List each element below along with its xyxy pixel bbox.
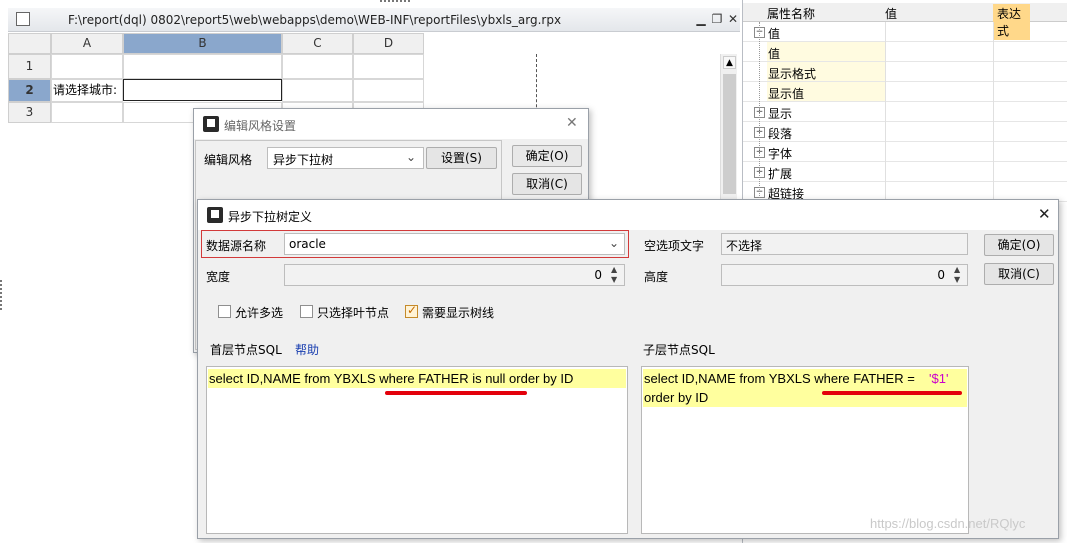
empty-text-label: 空选项文字: [644, 239, 705, 253]
leaf-only-checkbox[interactable]: [300, 305, 313, 318]
setup-button[interactable]: 设置(S): [426, 147, 497, 169]
child-sql-label: 子层节点SQL: [643, 343, 715, 357]
close-icon[interactable]: ✕: [1038, 205, 1051, 223]
async-tree-dialog: 异步下拉树定义 ✕ 数据源名称 oracle ⌄ 空选项文字 不选择 确定(O)…: [197, 199, 1059, 539]
column-header-a[interactable]: A: [51, 33, 123, 54]
property-label: 字体: [768, 147, 793, 161]
edit-style-select[interactable]: 异步下拉树 ⌄: [267, 147, 424, 169]
property-label: 扩展: [768, 167, 793, 181]
splitter-dots[interactable]: [0, 280, 6, 310]
minimize-icon[interactable]: ▁: [694, 12, 708, 26]
edit-style-dialog-title: 编辑风格设置: [224, 119, 297, 133]
property-label: 值: [768, 47, 781, 61]
row-header-2[interactable]: 2: [8, 79, 51, 102]
property-label: 显示: [768, 107, 793, 121]
empty-text-input[interactable]: 不选择: [721, 233, 968, 255]
child-sql-line-1: select ID,NAME from YBXLS where FATHER =…: [643, 369, 967, 388]
property-label: 值: [768, 27, 781, 41]
ok-button[interactable]: 确定(O): [984, 234, 1054, 256]
property-row[interactable]: + 段落: [743, 122, 1067, 142]
first-sql-text: select ID,NAME from YBXLS where FATHER i…: [208, 369, 626, 388]
row-header-3[interactable]: 3: [8, 102, 51, 123]
cell-a3[interactable]: [51, 102, 123, 123]
close-icon[interactable]: ✕: [726, 12, 740, 26]
property-label: 段落: [768, 127, 793, 141]
app-logo-icon: [203, 116, 219, 132]
cell-a2[interactable]: 请选择城市:: [51, 79, 123, 102]
property-row[interactable]: + 扩展: [743, 162, 1067, 182]
cancel-button[interactable]: 取消(C): [512, 173, 582, 195]
column-header-b[interactable]: B: [123, 33, 282, 54]
height-spinner[interactable]: 0 ▲ ▼: [721, 264, 968, 286]
column-header-c[interactable]: C: [282, 33, 353, 54]
property-row[interactable]: 值: [743, 42, 1067, 62]
spinner-arrows-icon[interactable]: ▲ ▼: [954, 265, 960, 285]
property-row[interactable]: 显示值: [743, 82, 1067, 102]
chevron-down-icon: ⌄: [406, 150, 417, 164]
child-sql-textarea[interactable]: select ID,NAME from YBXLS where FATHER =…: [641, 366, 969, 534]
cell-c1[interactable]: [282, 54, 353, 79]
props-header-value: 值: [885, 7, 898, 21]
first-sql-textarea[interactable]: select ID,NAME from YBXLS where FATHER i…: [206, 366, 628, 534]
cell-c2[interactable]: [282, 79, 353, 102]
property-cell-highlight: [767, 42, 885, 62]
scroll-thumb[interactable]: [723, 74, 736, 194]
watermark: https://blog.csdn.net/RQlyc: [870, 516, 1026, 531]
allow-multi-checkbox[interactable]: [218, 305, 231, 318]
app-logo-icon: [207, 207, 223, 223]
scroll-up-icon[interactable]: ▲: [723, 56, 736, 69]
cell-d2[interactable]: [353, 79, 424, 102]
cell-d1[interactable]: [353, 54, 424, 79]
ok-button[interactable]: 确定(O): [512, 145, 582, 167]
property-label: 显示值: [768, 87, 805, 101]
property-row[interactable]: + 显示: [743, 102, 1067, 122]
sql-param-token: '$1': [929, 371, 949, 386]
allow-multi-label: 允许多选: [235, 306, 284, 320]
show-tree-lines-checkbox[interactable]: ✓: [405, 303, 418, 318]
datasource-select[interactable]: oracle ⌄: [284, 233, 625, 255]
datasource-label: 数据源名称: [206, 239, 267, 253]
column-header-d[interactable]: D: [353, 33, 424, 54]
edit-style-dialog-titlebar: 编辑风格设置 ✕: [194, 109, 588, 139]
first-sql-label: 首层节点SQL: [210, 343, 282, 357]
cell-b1[interactable]: [123, 54, 282, 79]
editor-title: F:\report(dql) 0802\report5\web\webapps\…: [68, 13, 562, 27]
props-header-name: 属性名称: [767, 7, 816, 21]
show-tree-lines-label: 需要显示树线: [422, 306, 495, 320]
checkmark-icon: ✓: [407, 303, 418, 317]
corner-header[interactable]: [8, 33, 51, 54]
splitter-dots-top[interactable]: [380, 0, 410, 4]
leaf-only-label: 只选择叶节点: [317, 306, 390, 320]
async-tree-dialog-titlebar: 异步下拉树定义 ✕: [198, 200, 1058, 230]
cell-b2-selected[interactable]: [123, 79, 282, 101]
row-header-1[interactable]: 1: [8, 54, 51, 79]
width-spinner[interactable]: 0 ▲ ▼: [284, 264, 625, 286]
height-label: 高度: [644, 270, 669, 284]
property-row[interactable]: 显示格式: [743, 62, 1067, 82]
width-label: 宽度: [206, 270, 231, 284]
spinner-arrows-icon[interactable]: ▲ ▼: [611, 265, 617, 285]
chevron-down-icon: ⌄: [609, 236, 620, 250]
help-link[interactable]: 帮助: [295, 341, 319, 358]
property-row[interactable]: + 字体: [743, 142, 1067, 162]
edit-style-label: 编辑风格: [204, 153, 253, 167]
async-tree-dialog-title: 异步下拉树定义: [228, 210, 313, 224]
edit-doc-icon: [16, 12, 30, 26]
red-underline-annotation: [385, 391, 527, 395]
props-header-row: 属性名称 值 表达式: [743, 3, 1067, 40]
property-row[interactable]: − 值: [743, 22, 1067, 42]
restore-icon[interactable]: ❐: [710, 12, 724, 26]
property-label: 显示格式: [768, 67, 817, 81]
cancel-button[interactable]: 取消(C): [984, 263, 1054, 285]
close-icon[interactable]: ✕: [566, 115, 578, 131]
red-underline-annotation: [822, 391, 962, 395]
editor-titlebar: F:\report(dql) 0802\report5\web\webapps\…: [8, 8, 740, 32]
cell-a1[interactable]: [51, 54, 123, 79]
